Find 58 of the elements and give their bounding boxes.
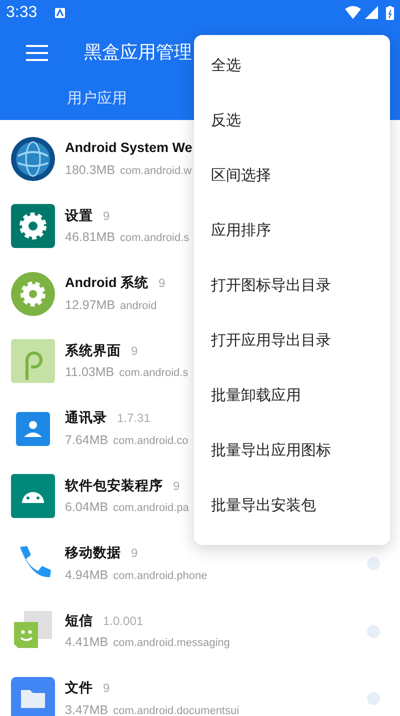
- signal-icon: [365, 6, 378, 19]
- wifi-icon: [345, 6, 361, 19]
- app-size: 4.94MB: [65, 566, 108, 584]
- checkbox[interactable]: [367, 557, 380, 570]
- menu-item[interactable]: 打开应用导出目录: [194, 314, 390, 369]
- app-size: 180.3MB: [65, 162, 116, 178]
- app-name: Android System We: [65, 139, 192, 158]
- app-size: 7.64MB: [65, 432, 108, 448]
- menu-item[interactable]: 批量导出安装包: [194, 479, 390, 534]
- menu-button[interactable]: [26, 44, 48, 60]
- app-version: 9: [103, 208, 110, 225]
- notification-icon: [55, 8, 66, 18]
- package-name: com.android.co: [113, 434, 188, 448]
- app-version: 9: [131, 342, 138, 360]
- package-name: com.android.s: [120, 231, 190, 246]
- globe-icon: [10, 136, 56, 182]
- menu-item[interactable]: 应用排序: [194, 204, 390, 259]
- checkbox[interactable]: [367, 692, 380, 706]
- package-name: com.android.w: [120, 164, 192, 178]
- app-name: Android 系统: [65, 274, 148, 292]
- app-size: 12.97MB: [65, 296, 116, 314]
- package-name: com.android.phone: [113, 568, 208, 584]
- app-size: 6.04MB: [65, 499, 108, 516]
- app-size: 3.47MB: [65, 702, 108, 716]
- package-name: com.android.documentsui: [113, 704, 240, 716]
- package-name: com.android.messaging: [113, 636, 230, 651]
- app-name: 文件: [65, 679, 93, 698]
- package-name: com.android.s: [119, 366, 188, 381]
- letter-p-icon: [10, 338, 56, 384]
- battery-icon: [386, 6, 394, 20]
- menu-item[interactable]: 打开图标导出目录: [194, 259, 390, 314]
- status-time: 3:33: [6, 2, 38, 22]
- app-size: 46.81MB: [65, 229, 116, 246]
- app-version: 9: [103, 680, 110, 698]
- app-version: 9: [131, 545, 138, 562]
- app-name: 设置: [65, 206, 93, 225]
- app-size: 11.03MB: [65, 364, 114, 381]
- folder-icon: [10, 676, 56, 716]
- app-name: 通讯录: [65, 409, 107, 428]
- gear-icon: [10, 203, 56, 250]
- app-name: 移动数据: [65, 544, 121, 562]
- menu-item[interactable]: 区间选择: [194, 149, 390, 204]
- app-version: 9: [173, 478, 180, 495]
- menu-item[interactable]: 批量卸载应用: [194, 369, 390, 424]
- app-size: 4.41MB: [65, 634, 108, 651]
- app-name: 短信: [65, 612, 93, 630]
- app-version: 1.0.001: [103, 612, 144, 630]
- checkbox[interactable]: [367, 624, 380, 638]
- app-name: 软件包安装程序: [65, 476, 163, 495]
- package-name: com.android.pa: [113, 501, 189, 516]
- package-name: android: [120, 298, 157, 314]
- app-version: 9: [158, 275, 166, 292]
- android-robot-icon: [10, 473, 56, 520]
- toolbar-title: 黑盒应用管理: [84, 41, 192, 64]
- gear-icon: [10, 270, 56, 317]
- app-name: 系统界面: [65, 342, 121, 360]
- app-version: 1.7.31: [117, 410, 150, 428]
- menu-item[interactable]: 批量导出应用图标: [194, 424, 390, 479]
